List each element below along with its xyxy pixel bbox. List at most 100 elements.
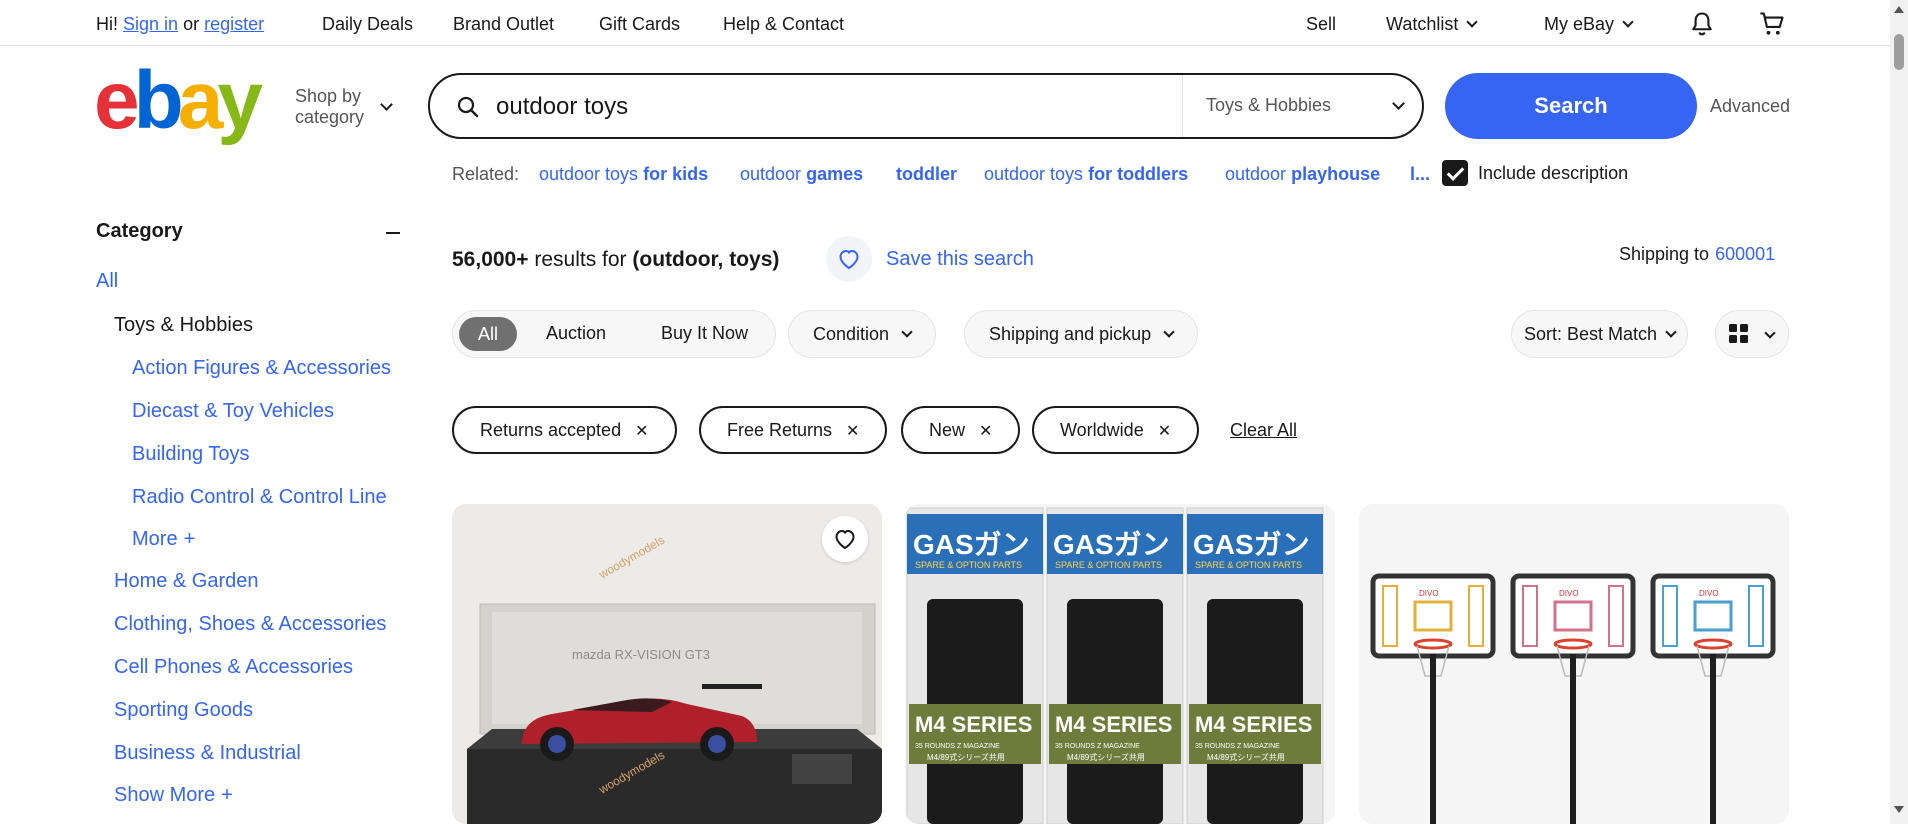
product-image-basketball-hoops: DIVO DIVO DIVO — [1359, 504, 1789, 824]
close-icon[interactable]: ✕ — [635, 423, 648, 440]
close-icon[interactable]: ✕ — [846, 423, 859, 440]
sidebar-category[interactable]: Business & Industrial — [114, 742, 301, 765]
sidebar-item-all[interactable]: All — [96, 270, 118, 293]
page-scrollbar[interactable] — [1890, 0, 1908, 824]
shop-by-label: Shop by — [295, 86, 362, 106]
condition-label: Condition — [813, 324, 890, 344]
sidebar-category[interactable]: Cell Phones & Accessories — [114, 656, 353, 679]
help-contact-link[interactable]: Help & Contact — [723, 14, 844, 35]
brand-text: DIVO — [1559, 589, 1579, 598]
clear-all-link[interactable]: Clear All — [1230, 420, 1297, 441]
product-card[interactable]: woodymodels woodymodels mazda RX-VISION … — [452, 504, 882, 824]
chevron-down-icon — [1764, 327, 1776, 339]
related-link-base: outdoor toys — [984, 164, 1084, 184]
bell-icon[interactable] — [1688, 10, 1716, 38]
view-toggle[interactable] — [1715, 310, 1789, 358]
detail-text: 35 ROUNDS Z MAGAZINE — [915, 743, 1000, 750]
jp-text: M4/89式シリーズ共用 — [1207, 752, 1285, 762]
detail-text: 35 ROUNDS Z MAGAZINE — [1055, 743, 1140, 750]
chip-label: Returns accepted — [480, 420, 622, 440]
product-image-magazines: GASガン SPARE & OPTION PARTS M4 SERIES 35 … — [905, 504, 1335, 824]
sidebar-item-current: Toys & Hobbies — [114, 314, 253, 336]
listing-type-auction[interactable]: Auction — [546, 323, 606, 344]
product-card[interactable]: GASガン SPARE & OPTION PARTS M4 SERIES 35 … — [905, 504, 1335, 824]
scroll-down-arrow-icon[interactable] — [1894, 806, 1904, 813]
related-link[interactable]: l... — [1410, 164, 1430, 185]
related-link-bold: for toddlers — [1088, 164, 1189, 184]
ebay-logo[interactable]: ebay — [94, 60, 263, 142]
sidebar-subcategory[interactable]: Diecast & Toy Vehicles — [132, 400, 334, 423]
related-link-base: outdoor — [740, 164, 802, 184]
include-description-checkbox[interactable]: Include description — [1442, 160, 1628, 186]
related-link[interactable]: outdoor playhouse — [1225, 164, 1380, 185]
search-bar: Toys & Hobbies — [428, 73, 1424, 139]
brand-text: DIVO — [1419, 589, 1439, 598]
collapse-minus-icon[interactable] — [386, 232, 400, 234]
listing-type-all[interactable]: All — [459, 317, 517, 351]
show-more-label: Show More — [114, 784, 216, 806]
jp-text: M4/89式シリーズ共用 — [927, 752, 1005, 762]
chip-label: New — [929, 420, 966, 440]
condition-filter[interactable]: Condition — [788, 310, 937, 358]
cart-icon[interactable] — [1758, 10, 1786, 38]
listing-type-buy-it-now[interactable]: Buy It Now — [661, 323, 748, 344]
related-label: Related: — [452, 164, 520, 184]
related-link-bold: for kids — [643, 164, 709, 184]
greeting-text: Hi! — [96, 14, 118, 34]
applied-filter-chip[interactable]: New ✕ — [901, 406, 1021, 454]
sidebar-subcategory[interactable]: Radio Control & Control Line — [132, 486, 387, 509]
category-select[interactable]: Toys & Hobbies — [1206, 95, 1331, 116]
chevron-down-icon — [1665, 326, 1677, 338]
search-button[interactable]: Search — [1445, 73, 1697, 139]
sort-dropdown[interactable]: Sort: Best Match — [1511, 310, 1689, 358]
heart-icon — [835, 529, 855, 550]
close-icon[interactable]: ✕ — [979, 423, 992, 440]
series-text: M4 SERIES — [1055, 712, 1172, 737]
chevron-down-icon — [1163, 326, 1175, 338]
sidebar-more-link[interactable]: More + — [132, 528, 195, 551]
watchlist-menu[interactable]: Watchlist — [1386, 14, 1479, 35]
sidebar-show-more-link[interactable]: Show More + — [114, 784, 233, 807]
related-link[interactable]: outdoor toys for kids — [539, 164, 708, 185]
related-link[interactable]: outdoor toys for toddlers — [984, 164, 1188, 185]
scroll-up-arrow-icon[interactable] — [1894, 6, 1904, 13]
gift-cards-link[interactable]: Gift Cards — [599, 14, 680, 35]
sidebar-category[interactable]: Clothing, Shoes & Accessories — [114, 613, 386, 636]
related-link[interactable]: toddler — [896, 164, 957, 185]
applied-filter-chip[interactable]: Worldwide ✕ — [1032, 406, 1200, 454]
register-link[interactable]: register — [204, 14, 264, 35]
my-ebay-menu[interactable]: My eBay — [1544, 14, 1634, 35]
shop-by-category-button[interactable]: Shop by category — [295, 86, 364, 128]
applied-filter-chip[interactable]: Returns accepted ✕ — [452, 406, 677, 454]
results-count: 56,000+ results for (outdoor, toys) — [452, 248, 779, 272]
scrollbar-thumb[interactable] — [1894, 34, 1904, 70]
chevron-down-icon — [380, 98, 393, 111]
my-ebay-label: My eBay — [1544, 14, 1615, 34]
related-link[interactable]: outdoor games — [740, 164, 863, 185]
brand-sub-text: SPARE & OPTION PARTS — [1195, 560, 1302, 570]
chevron-down-icon — [1392, 97, 1405, 110]
save-search-button[interactable]: Save this search — [826, 236, 1034, 282]
sidebar-subcategory[interactable]: Action Figures & Accessories — [132, 357, 391, 380]
sell-link[interactable]: Sell — [1306, 14, 1336, 35]
shipping-zip-link[interactable]: 600001 — [1715, 244, 1775, 264]
wishlist-button[interactable] — [822, 516, 868, 562]
search-input[interactable] — [496, 89, 1146, 125]
product-card[interactable]: DIVO DIVO DIVO — [1359, 504, 1789, 824]
product-image-car: woodymodels woodymodels mazda RX-VISION … — [452, 504, 882, 824]
applied-filter-chip[interactable]: Free Returns ✕ — [699, 406, 888, 454]
related-link-base: outdoor — [1225, 164, 1287, 184]
sign-in-link[interactable]: Sign in — [123, 14, 178, 35]
sidebar-category[interactable]: Sporting Goods — [114, 699, 253, 722]
sidebar-subcategory[interactable]: Building Toys — [132, 443, 249, 466]
close-icon[interactable]: ✕ — [1158, 423, 1171, 440]
daily-deals-link[interactable]: Daily Deals — [322, 14, 413, 35]
series-text: M4 SERIES — [1195, 712, 1312, 737]
chip-label: Worldwide — [1060, 420, 1144, 440]
brand-text: GASガン — [913, 529, 1030, 560]
brand-outlet-link[interactable]: Brand Outlet — [453, 14, 554, 35]
advanced-search-link[interactable]: Advanced — [1710, 96, 1790, 117]
related-link-base: outdoor toys — [539, 164, 639, 184]
shipping-filter[interactable]: Shipping and pickup — [964, 310, 1199, 358]
sidebar-category[interactable]: Home & Garden — [114, 570, 259, 593]
